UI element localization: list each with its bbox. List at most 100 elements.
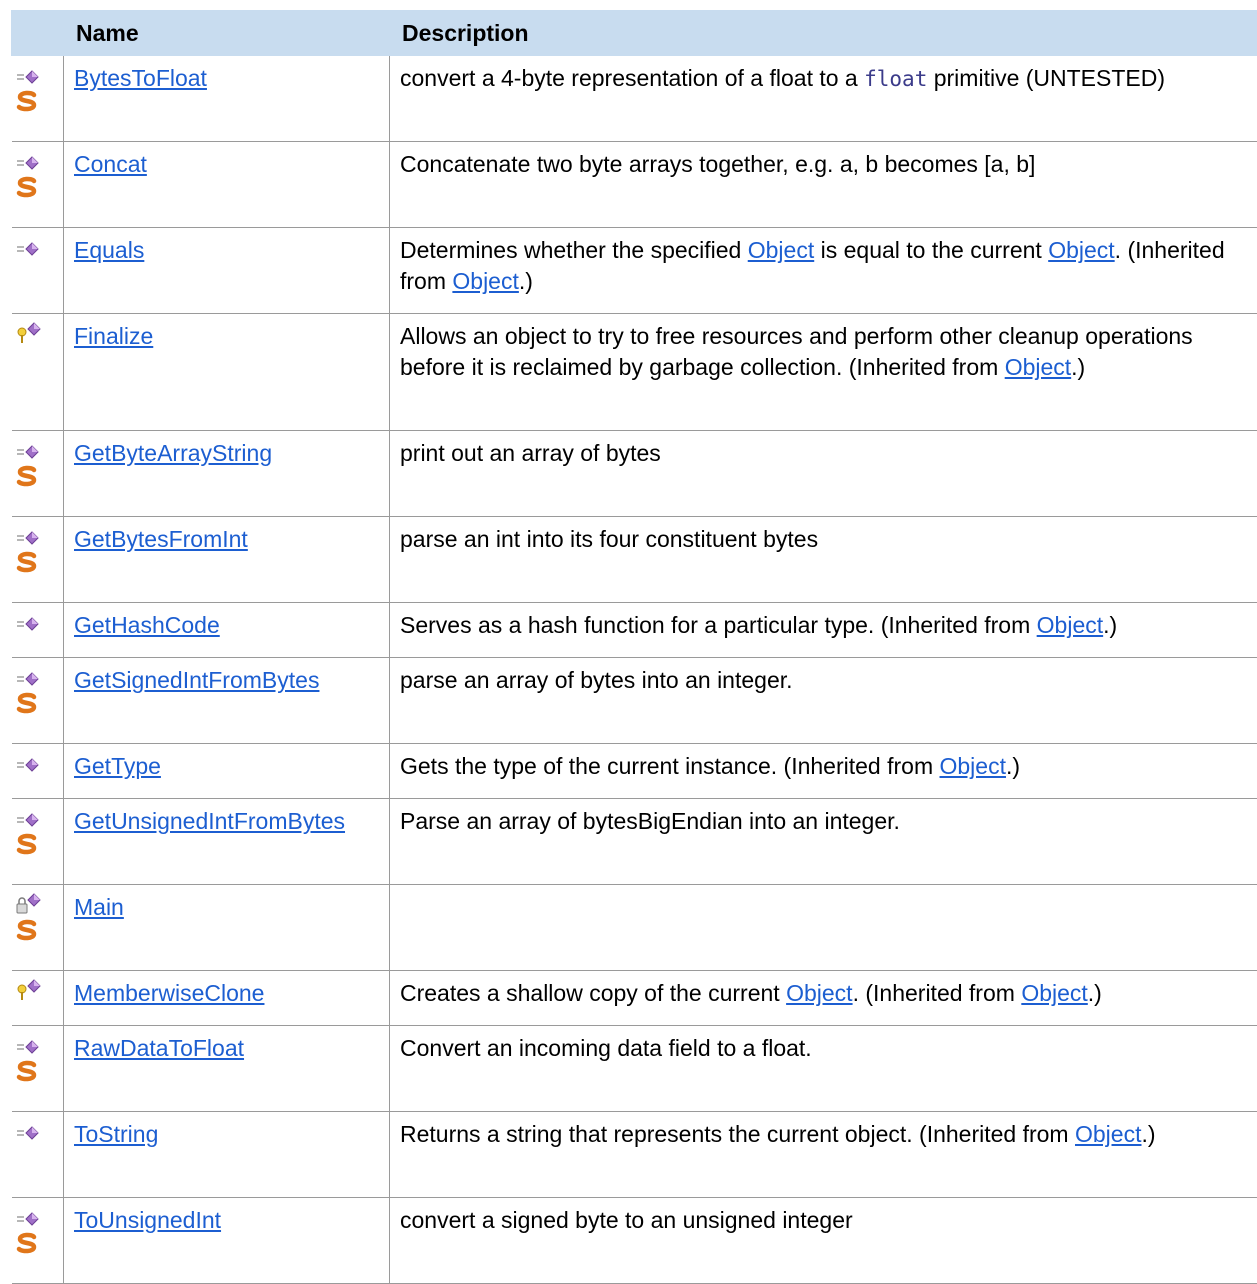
member-description-cell: Returns a string that represents the cur… [390, 1112, 1257, 1198]
member-row: GetSignedIntFromBytes parse an array of b… [12, 658, 1257, 744]
member-description-cell: convert a 4-byte representation of a flo… [390, 56, 1257, 142]
member-name-link[interactable]: RawDataToFloat [74, 1035, 244, 1061]
member-row: GetType Gets the type of the current inst… [12, 744, 1257, 799]
private-method-icon [16, 893, 42, 917]
member-name-link[interactable]: MemberwiseClone [74, 980, 264, 1006]
member-row: Main [12, 885, 1257, 971]
description-text: .) [1006, 753, 1020, 779]
member-row: GetUnsignedIntFromBytes Parse an array of… [12, 799, 1257, 885]
public-method-icon [16, 439, 42, 463]
member-row: Concat Concatenate two byte arrays togeth… [12, 142, 1257, 228]
public-method-icon [16, 1120, 42, 1144]
member-name-cell: Finalize [64, 314, 390, 431]
description-text: Creates a shallow copy of the current [400, 980, 786, 1006]
member-name-link[interactable]: GetBytesFromInt [74, 526, 248, 552]
object-type-link[interactable]: Object [1021, 980, 1087, 1006]
member-row: GetByteArrayString print out an array of … [12, 431, 1257, 517]
description-text: Convert an incoming data field to a floa… [400, 1035, 812, 1061]
member-description-cell: Gets the type of the current instance. (… [390, 744, 1257, 799]
object-type-link[interactable]: Object [1005, 354, 1071, 380]
member-name-link[interactable]: GetHashCode [74, 612, 220, 638]
member-name-link[interactable]: Equals [74, 237, 144, 263]
object-type-link[interactable]: Object [748, 237, 814, 263]
member-name-link[interactable]: BytesToFloat [74, 65, 207, 91]
static-icon [16, 833, 38, 855]
description-text: .) [519, 268, 533, 294]
member-icon-cell [12, 603, 64, 658]
member-name-link[interactable]: GetType [74, 753, 161, 779]
member-name-link[interactable]: Main [74, 894, 124, 920]
member-description-cell: Creates a shallow copy of the current Ob… [390, 971, 1257, 1026]
object-type-link[interactable]: Object [1037, 612, 1103, 638]
description-text: convert a 4-byte representation of a flo… [400, 65, 864, 91]
member-description-cell: Concatenate two byte arrays together, e.… [390, 142, 1257, 228]
description-text: Parse an array of bytesBigEndian into an… [400, 808, 900, 834]
member-description-cell: Serves as a hash function for a particul… [390, 603, 1257, 658]
member-name-link[interactable]: GetByteArrayString [74, 440, 272, 466]
member-name-link[interactable]: Concat [74, 151, 147, 177]
description-text: Concatenate two byte arrays together, e.… [400, 151, 1035, 177]
public-method-icon [16, 150, 42, 174]
member-icon-cell [12, 658, 64, 744]
object-type-link[interactable]: Object [452, 268, 518, 294]
code-keyword: float [864, 67, 927, 91]
member-icon-cell [12, 885, 64, 971]
member-row: GetHashCode Serves as a hash function for… [12, 603, 1257, 658]
member-name-cell: ToString [64, 1112, 390, 1198]
object-type-link[interactable]: Object [1075, 1121, 1141, 1147]
member-name-cell: GetUnsignedIntFromBytes [64, 799, 390, 885]
member-icon-cell [12, 431, 64, 517]
member-description-cell: print out an array of bytes [390, 431, 1257, 517]
member-description-cell: parse an array of bytes into an integer. [390, 658, 1257, 744]
member-row: ToString Returns a string that represents… [12, 1112, 1257, 1198]
member-icon-cell [12, 314, 64, 431]
icon-column-header [12, 11, 64, 56]
description-column-header: Description [390, 11, 1257, 56]
member-icon-cell [12, 517, 64, 603]
description-text: convert a signed byte to an unsigned int… [400, 1207, 853, 1233]
member-row: BytesToFloat convert a 4-byte representat… [12, 56, 1257, 142]
static-icon [16, 465, 38, 487]
member-description-cell: Allows an object to try to free resource… [390, 314, 1257, 431]
name-column-header: Name [64, 11, 390, 56]
member-name-cell: ToUnsignedInt [64, 1198, 390, 1284]
protected-method-icon [16, 322, 42, 346]
member-row: MemberwiseClone Creates a shallow copy of… [12, 971, 1257, 1026]
description-text: .) [1141, 1121, 1155, 1147]
object-type-link[interactable]: Object [786, 980, 852, 1006]
object-type-link[interactable]: Object [1048, 237, 1114, 263]
member-description-cell: convert a signed byte to an unsigned int… [390, 1198, 1257, 1284]
member-description-cell: parse an int into its four constituent b… [390, 517, 1257, 603]
member-name-link[interactable]: Finalize [74, 323, 153, 349]
description-text: primitive (UNTESTED) [927, 65, 1165, 91]
description-text: .) [1071, 354, 1085, 380]
members-table: Name Description BytesToFloat convert a 4… [11, 10, 1257, 1284]
member-row: RawDataToFloat Convert an incoming data f… [12, 1026, 1257, 1112]
static-icon [16, 692, 38, 714]
member-name-link[interactable]: ToString [74, 1121, 158, 1147]
member-icon-cell [12, 56, 64, 142]
member-name-cell: Equals [64, 228, 390, 314]
description-text: .) [1103, 612, 1117, 638]
member-name-link[interactable]: ToUnsignedInt [74, 1207, 221, 1233]
description-text: Returns a string that represents the cur… [400, 1121, 1075, 1147]
description-text: parse an int into its four constituent b… [400, 526, 818, 552]
member-name-cell: GetByteArrayString [64, 431, 390, 517]
member-name-cell: Concat [64, 142, 390, 228]
member-row: Equals Determines whether the specified O… [12, 228, 1257, 314]
member-icon-cell [12, 799, 64, 885]
member-icon-cell [12, 971, 64, 1026]
member-name-cell: MemberwiseClone [64, 971, 390, 1026]
member-name-cell: GetHashCode [64, 603, 390, 658]
description-text: parse an array of bytes into an integer. [400, 667, 793, 693]
object-type-link[interactable]: Object [940, 753, 1006, 779]
member-name-cell: GetSignedIntFromBytes [64, 658, 390, 744]
member-name-link[interactable]: GetSignedIntFromBytes [74, 667, 319, 693]
member-row: ToUnsignedInt convert a signed byte to an… [12, 1198, 1257, 1284]
member-name-cell: Main [64, 885, 390, 971]
member-description-cell: Parse an array of bytesBigEndian into an… [390, 799, 1257, 885]
static-icon [16, 1232, 38, 1254]
member-name-link[interactable]: GetUnsignedIntFromBytes [74, 808, 345, 834]
description-text: Determines whether the specified [400, 237, 748, 263]
member-icon-cell [12, 744, 64, 799]
